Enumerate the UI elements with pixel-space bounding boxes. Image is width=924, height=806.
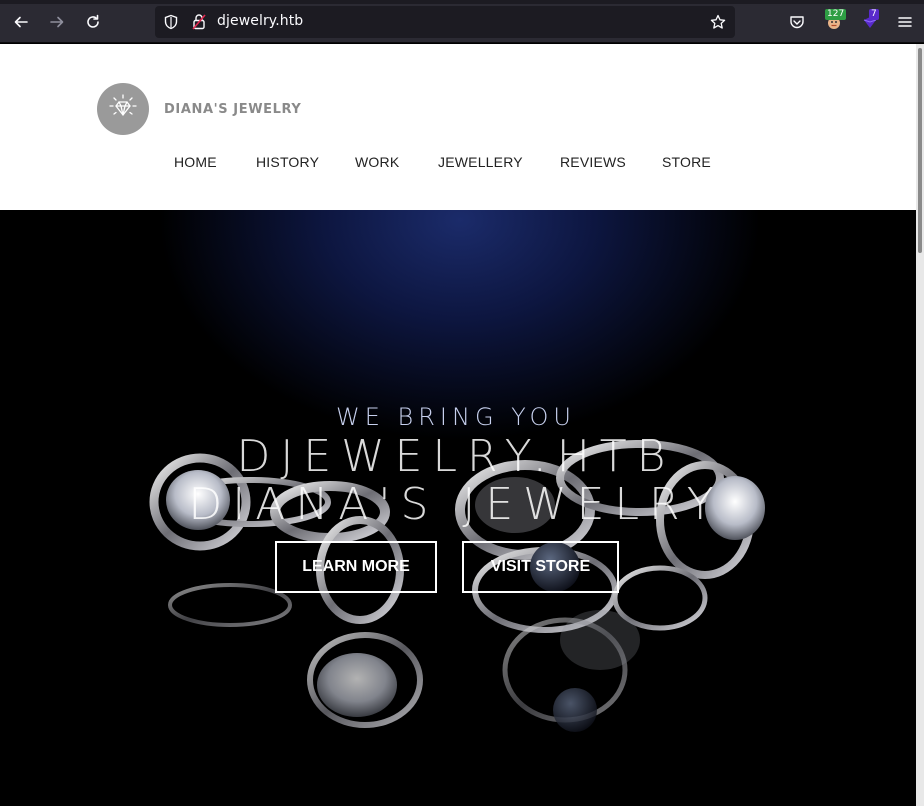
- hero-title-line2: DIANA'S JEWELRY: [188, 479, 724, 530]
- pocket-icon: [790, 16, 804, 29]
- site-header: DIANA'S JEWELRY HOME HISTORY WORK JEWELL…: [0, 44, 916, 210]
- nav-reviews[interactable]: REVIEWS: [560, 154, 626, 170]
- nav-home[interactable]: HOME: [174, 154, 217, 170]
- pocket-button[interactable]: [785, 10, 809, 34]
- learn-more-button[interactable]: LEARN MORE: [275, 541, 437, 593]
- hero-title-line1: DJEWELRY.HTB: [236, 431, 676, 482]
- nav-history[interactable]: HISTORY: [256, 154, 319, 170]
- hamburger-menu-icon: [898, 17, 912, 27]
- tab-strip-edge: [0, 0, 924, 4]
- site-logo[interactable]: [97, 83, 149, 135]
- url-text[interactable]: djewelry.htb: [217, 13, 303, 29]
- nav-work[interactable]: WORK: [355, 154, 399, 170]
- forward-arrow-icon: [50, 16, 64, 28]
- shield-icon[interactable]: [163, 14, 179, 30]
- reload-icon: [87, 14, 99, 28]
- reload-button[interactable]: [81, 10, 105, 34]
- extension-b-badge: 7: [869, 9, 879, 20]
- site-info-lock-icon[interactable]: [191, 13, 207, 31]
- extension-a-badge: 127: [825, 9, 847, 20]
- nav-jewellery[interactable]: JEWELLERY: [438, 154, 523, 170]
- bookmark-star-icon[interactable]: [710, 14, 726, 30]
- app-menu-button[interactable]: [893, 10, 917, 34]
- address-bar[interactable]: djewelry.htb: [155, 6, 735, 38]
- hero-subtitle: WE BRING YOU: [336, 403, 576, 431]
- forward-button[interactable]: [45, 10, 69, 34]
- browser-toolbar: djewelry.htb 127 7: [0, 0, 924, 43]
- nav-store[interactable]: STORE: [662, 154, 711, 170]
- brand-name[interactable]: DIANA'S JEWELRY: [164, 102, 301, 117]
- visit-store-button[interactable]: VISIT STORE: [462, 541, 619, 593]
- scrollbar-thumb[interactable]: [918, 48, 922, 253]
- diamond-logo-icon: [109, 94, 137, 117]
- back-arrow-icon: [14, 16, 28, 28]
- hero-section: WE BRING YOU DJEWELRY.HTB DIANA'S JEWELR…: [0, 210, 916, 806]
- back-button[interactable]: [9, 10, 33, 34]
- web-page: DIANA'S JEWELRY HOME HISTORY WORK JEWELL…: [0, 44, 924, 806]
- main-nav: HOME HISTORY WORK JEWELLERY REVIEWS STOR…: [0, 154, 916, 174]
